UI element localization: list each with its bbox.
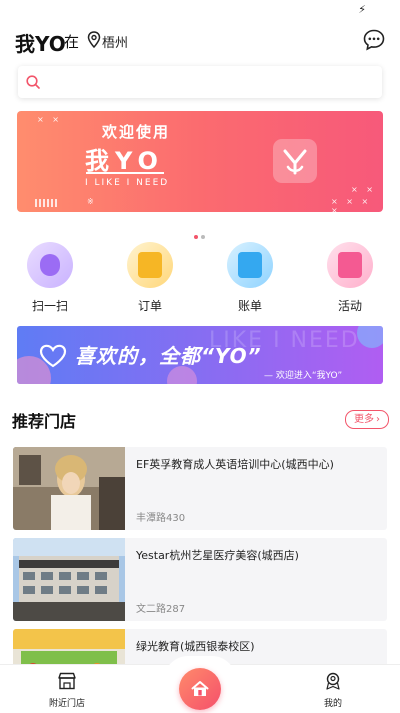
store-name: Yestar杭州艺星医疗美容(城西店) bbox=[136, 549, 299, 562]
section-title-recommended: 推荐门店 bbox=[12, 412, 77, 431]
home-button[interactable] bbox=[179, 668, 221, 710]
decor-crosses: × × bbox=[351, 185, 376, 194]
search-input[interactable] bbox=[18, 66, 382, 98]
store-address: 丰潭路430 bbox=[136, 513, 186, 524]
app-logo-icon bbox=[273, 139, 317, 183]
store-card[interactable]: EF英孚教育成人英语培训中心(城西中心) 丰潭路430 bbox=[13, 447, 387, 530]
carousel-indicator bbox=[194, 224, 208, 239]
quick-action-activity[interactable]: 活动 bbox=[320, 242, 380, 314]
at-label: 在 bbox=[64, 33, 80, 51]
store-name: EF英孚教育成人英语培训中心(城西中心) bbox=[136, 458, 334, 471]
promo-subline: — 欢迎进入“我YO” bbox=[264, 371, 343, 381]
quick-action-order[interactable]: 订单 bbox=[120, 242, 180, 314]
user-profile-icon bbox=[326, 672, 340, 690]
store-name: 绿光教育(城西银泰校区) bbox=[136, 640, 255, 653]
status-bar: ⚡ bbox=[0, 0, 400, 22]
banner-welcome-text: 欢迎使用 bbox=[102, 123, 171, 141]
activity-bag-icon bbox=[327, 242, 373, 288]
quick-action-scan[interactable]: 扫一扫 bbox=[20, 242, 80, 314]
more-label: 更多 bbox=[354, 414, 374, 425]
heart-icon bbox=[39, 344, 67, 368]
bill-icon bbox=[227, 242, 273, 288]
charging-bolt-icon: ⚡ bbox=[358, 3, 366, 16]
city-selector[interactable]: 梧州 bbox=[102, 32, 128, 51]
location-pin-icon[interactable] bbox=[87, 31, 101, 49]
quick-actions: 扫一扫 订单 账单 活动 bbox=[0, 242, 400, 314]
promo-headline: 喜欢的，全都“YO” bbox=[75, 344, 262, 368]
app-brand: 我YO bbox=[15, 32, 66, 56]
banner-underline bbox=[86, 172, 164, 174]
tab-nearby-stores[interactable]: 附近门店 bbox=[37, 672, 97, 709]
more-stores-button[interactable]: 更多 › bbox=[345, 410, 389, 429]
decor-crosses: ※ bbox=[87, 197, 97, 206]
scan-icon bbox=[27, 242, 73, 288]
decor-stripes bbox=[35, 199, 59, 207]
tab-mine[interactable]: 我的 bbox=[303, 672, 363, 709]
promo-banner-carousel[interactable]: × × 欢迎使用 我YO I LIKE I NEED ※ × × × × × × bbox=[17, 111, 383, 212]
quick-action-label: 活动 bbox=[337, 299, 362, 313]
decor-crosses: × × bbox=[37, 115, 62, 124]
storefront-icon bbox=[58, 672, 76, 690]
banner-slogan: I LIKE I NEED bbox=[85, 178, 170, 188]
search-icon bbox=[26, 75, 40, 89]
chat-bubble-icon[interactable] bbox=[362, 28, 386, 52]
quick-action-bill[interactable]: 账单 bbox=[220, 242, 280, 314]
promo-strip-banner[interactable]: LIKE I NEED 喜欢的，全都“YO” — 欢迎进入“我YO” bbox=[17, 326, 383, 384]
store-photo bbox=[13, 447, 125, 530]
decor-crosses: × × × × bbox=[331, 197, 372, 212]
chevron-right-icon: › bbox=[376, 414, 380, 425]
store-address: 文二路287 bbox=[136, 604, 186, 615]
quick-action-label: 扫一扫 bbox=[31, 299, 68, 313]
tab-label: 附近门店 bbox=[48, 699, 85, 709]
carousel-dot bbox=[201, 235, 205, 239]
home-icon bbox=[191, 681, 209, 696]
store-photo bbox=[13, 538, 125, 621]
banner-brand-text: 我YO bbox=[85, 147, 164, 175]
tab-label: 我的 bbox=[323, 699, 342, 709]
decor-blob bbox=[357, 326, 383, 348]
quick-action-label: 订单 bbox=[137, 299, 162, 313]
order-icon bbox=[127, 242, 173, 288]
carousel-dot-active bbox=[194, 235, 198, 239]
quick-action-label: 账单 bbox=[237, 299, 262, 313]
store-card[interactable]: Yestar杭州艺星医疗美容(城西店) 文二路287 bbox=[13, 538, 387, 621]
header: 我YO 在 梧州 bbox=[0, 26, 400, 56]
